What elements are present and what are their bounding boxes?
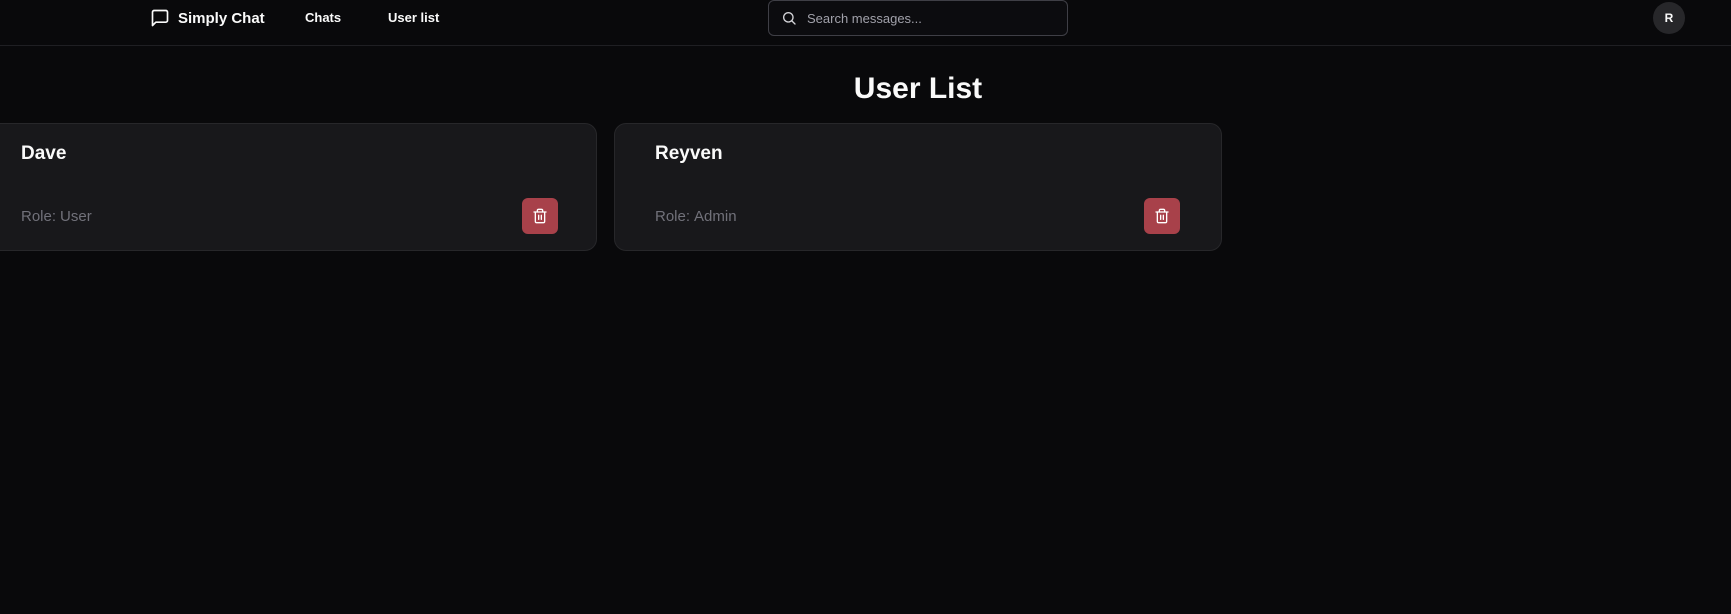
- top-navbar: Simply Chat Chats User list R: [0, 0, 1731, 46]
- user-card: Dave Role: User: [0, 123, 597, 251]
- nav-chats-link[interactable]: Chats: [305, 10, 341, 25]
- role-value: Admin: [694, 208, 737, 225]
- user-avatar[interactable]: R: [1653, 2, 1685, 34]
- search-icon: [783, 12, 796, 25]
- role-value: User: [60, 208, 92, 225]
- nav-user-list-link[interactable]: User list: [388, 10, 439, 25]
- user-role: Role: Admin: [655, 208, 737, 225]
- trash-icon: [533, 208, 547, 224]
- brand-link[interactable]: Simply Chat: [150, 8, 265, 28]
- search-input[interactable]: [807, 10, 1057, 26]
- role-label: Role:: [21, 208, 57, 225]
- trash-icon: [1155, 208, 1169, 224]
- page-title: User List: [853, 72, 983, 105]
- delete-user-button[interactable]: [1144, 198, 1180, 234]
- user-name: Dave: [21, 143, 67, 164]
- user-name: Reyven: [655, 143, 723, 164]
- brand-name: Simply Chat: [178, 9, 265, 27]
- delete-user-button[interactable]: [522, 198, 558, 234]
- role-label: Role:: [655, 208, 691, 225]
- user-card: Reyven Role: Admin: [614, 123, 1222, 251]
- message-square-icon: [151, 9, 169, 27]
- user-role: Role: User: [21, 208, 92, 225]
- search-box[interactable]: [768, 0, 1068, 36]
